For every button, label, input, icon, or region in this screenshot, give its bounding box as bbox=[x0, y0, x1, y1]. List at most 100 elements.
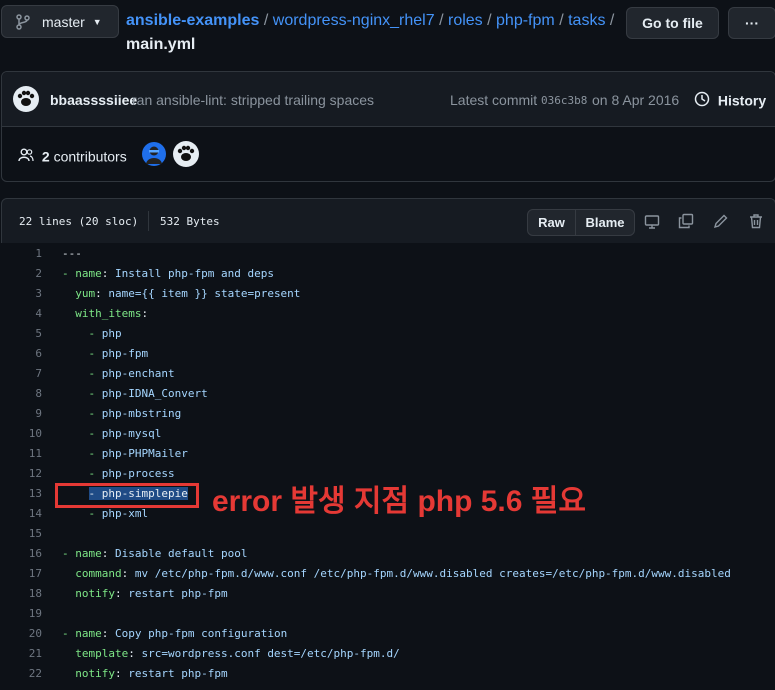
line-number[interactable]: 17 bbox=[0, 564, 42, 584]
code-line: 5 - php bbox=[0, 324, 775, 344]
history-label: History bbox=[717, 92, 767, 109]
code-line: 2 - name: Install php-fpm and deps bbox=[0, 264, 775, 284]
breadcrumb-file: main.yml bbox=[126, 36, 196, 53]
contributors-count: 2 bbox=[41, 148, 50, 165]
code-line: 9 - php-mbstring bbox=[0, 404, 775, 424]
commit-sha[interactable]: 036c3b8 bbox=[541, 94, 587, 107]
line-number[interactable]: 1 bbox=[0, 244, 42, 264]
branch-selector[interactable]: master ▼ bbox=[1, 5, 119, 38]
code-line: 18 notify: restart php-fpm bbox=[0, 584, 775, 604]
breadcrumb-part[interactable]: php-fpm bbox=[496, 12, 555, 29]
line-number[interactable]: 18 bbox=[0, 584, 42, 604]
divider bbox=[148, 211, 149, 231]
breadcrumb-separator: / bbox=[439, 12, 444, 29]
code-text: yum: name={{ item }} state=present bbox=[75, 287, 301, 300]
history-link[interactable]: History bbox=[694, 91, 766, 110]
code-text: - name: Disable default pool bbox=[62, 547, 248, 560]
trash-icon[interactable] bbox=[746, 211, 766, 231]
raw-button[interactable]: Raw bbox=[527, 209, 576, 236]
contributors-label: contributors bbox=[53, 148, 127, 165]
breadcrumb-part[interactable]: tasks bbox=[568, 12, 605, 29]
breadcrumb-part[interactable]: roles bbox=[448, 12, 483, 29]
code-line: 7 - php-enchant bbox=[0, 364, 775, 384]
code-line: 21 template: src=wordpress.conf dest=/et… bbox=[0, 644, 775, 664]
code-line: 11 - php-PHPMailer bbox=[0, 444, 775, 464]
line-number[interactable]: 7 bbox=[0, 364, 42, 384]
file-size: 532 Bytes bbox=[160, 215, 220, 228]
code-line: 10 - php-mysql bbox=[0, 424, 775, 444]
commit-date: on 8 Apr 2016 bbox=[592, 92, 680, 108]
branch-name: master bbox=[42, 13, 85, 30]
line-number[interactable]: 19 bbox=[0, 604, 42, 624]
breadcrumb-repo[interactable]: ansible-examples bbox=[126, 12, 259, 29]
line-number[interactable]: 9 bbox=[0, 404, 42, 424]
code-line: 12 - php-process bbox=[0, 464, 775, 484]
line-number[interactable]: 2 bbox=[0, 264, 42, 284]
annotation-box bbox=[55, 483, 199, 508]
people-icon bbox=[18, 147, 34, 166]
go-to-file-button[interactable]: Go to file bbox=[626, 7, 719, 39]
contributor-avatar[interactable] bbox=[173, 141, 199, 167]
contributor-avatar[interactable] bbox=[142, 142, 166, 166]
breadcrumb-separator: / bbox=[487, 12, 492, 29]
contributors-link[interactable]: 2 contributors bbox=[18, 147, 127, 166]
code-text: with_items: bbox=[75, 307, 155, 320]
code-text: - name: Install php-fpm and deps bbox=[62, 267, 274, 280]
commit-message[interactable]: ran ansible-lint: stripped trailing spac… bbox=[132, 92, 374, 108]
line-number[interactable]: 10 bbox=[0, 424, 42, 444]
code-line: 3 yum: name={{ item }} state=present bbox=[0, 284, 775, 304]
blame-button[interactable]: Blame bbox=[575, 209, 635, 236]
line-number[interactable]: 3 bbox=[0, 284, 42, 304]
code-text: - php-mysql bbox=[88, 427, 162, 440]
breadcrumb-part[interactable]: wordpress-nginx_rhel7 bbox=[273, 12, 435, 29]
code-line: 20 - name: Copy php-fpm configuration bbox=[0, 624, 775, 644]
line-number[interactable]: 11 bbox=[0, 444, 42, 464]
code-text: - php-mbstring bbox=[88, 407, 182, 420]
history-icon bbox=[694, 91, 710, 110]
commit-box: bbaassssiiee ran ansible-lint: stripped … bbox=[1, 71, 775, 182]
code-line: 15 bbox=[0, 524, 775, 544]
line-number[interactable]: 6 bbox=[0, 344, 42, 364]
code-text: - php-IDNA_Convert bbox=[88, 387, 208, 400]
breadcrumb-separator: / bbox=[263, 12, 269, 29]
line-number[interactable]: 8 bbox=[0, 384, 42, 404]
code-text: notify: restart php-fpm bbox=[75, 667, 228, 680]
chevron-down-icon: ▼ bbox=[92, 16, 102, 27]
code-text: - php-enchant bbox=[88, 367, 175, 380]
annotation-text: error 발생 지점 php 5.6 필요 bbox=[212, 485, 586, 518]
code-text: - php-fpm bbox=[88, 347, 149, 360]
line-number[interactable]: 5 bbox=[0, 324, 42, 344]
code-line: 8 - php-IDNA_Convert bbox=[0, 384, 775, 404]
line-number[interactable]: 15 bbox=[0, 524, 42, 544]
code-text: command: mv /etc/php-fpm.d/www.conf /etc… bbox=[75, 567, 731, 580]
code-line: 1 --- bbox=[0, 244, 775, 264]
code-text: notify: restart php-fpm bbox=[75, 587, 228, 600]
line-number[interactable]: 12 bbox=[0, 464, 42, 484]
copy-icon[interactable] bbox=[676, 211, 696, 231]
breadcrumb: ansible-examples / wordpress-nginx_rhel7… bbox=[126, 9, 621, 57]
code-line: 22 notify: restart php-fpm bbox=[0, 664, 775, 684]
breadcrumb-separator: / bbox=[609, 12, 615, 29]
code-text: template: src=wordpress.conf dest=/etc/p… bbox=[75, 647, 400, 660]
line-number[interactable]: 21 bbox=[0, 644, 42, 664]
author-avatar[interactable] bbox=[13, 86, 39, 112]
line-number[interactable]: 20 bbox=[0, 624, 42, 644]
code-text: - name: Copy php-fpm configuration bbox=[62, 627, 288, 640]
edit-pencil-icon[interactable] bbox=[711, 211, 731, 231]
line-number[interactable]: 22 bbox=[0, 664, 42, 684]
code-text: - php-PHPMailer bbox=[88, 447, 188, 460]
file-lines: 22 lines (20 sloc) bbox=[19, 215, 139, 228]
line-number[interactable]: 16 bbox=[0, 544, 42, 564]
commit-author[interactable]: bbaassssiiee bbox=[50, 92, 137, 108]
code-line: 4 with_items: bbox=[0, 304, 775, 324]
line-number[interactable]: 4 bbox=[0, 304, 42, 324]
desktop-icon[interactable] bbox=[642, 212, 662, 232]
more-options-button[interactable]: ··· bbox=[728, 7, 775, 39]
line-number[interactable]: 13 bbox=[0, 484, 42, 504]
code-line: 16 - name: Disable default pool bbox=[0, 544, 775, 564]
code-text: - php-process bbox=[88, 467, 175, 480]
code-line: 17 command: mv /etc/php-fpm.d/www.conf /… bbox=[0, 564, 775, 584]
line-number[interactable]: 14 bbox=[0, 504, 42, 524]
latest-commit-label: Latest commit bbox=[450, 92, 538, 108]
code-text: - php bbox=[88, 327, 122, 340]
